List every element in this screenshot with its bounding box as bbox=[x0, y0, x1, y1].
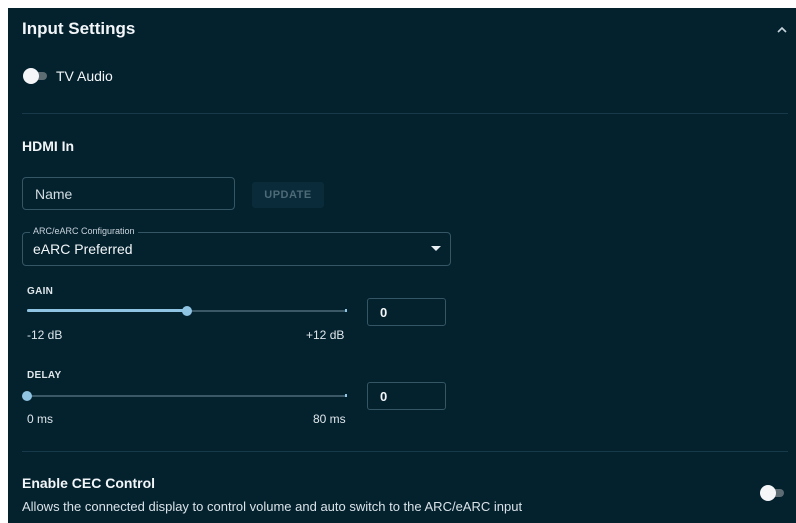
delay-max-label: 80 ms bbox=[313, 412, 346, 426]
arc-config-legend: ARC/eARC Configuration bbox=[30, 226, 138, 236]
caret-down-icon bbox=[431, 246, 441, 251]
slider-fill bbox=[27, 309, 187, 312]
slider-end-tick bbox=[345, 309, 347, 312]
cec-toggle[interactable] bbox=[760, 485, 784, 501]
toggle-knob bbox=[760, 485, 776, 501]
arc-config-value: eARC Preferred bbox=[33, 241, 133, 257]
hdmi-in-heading: HDMI In bbox=[22, 138, 75, 154]
delay-min-label: 0 ms bbox=[27, 412, 54, 426]
slider-rail bbox=[27, 395, 347, 397]
delay-value-input[interactable] bbox=[380, 383, 440, 409]
tv-audio-label: TV Audio bbox=[56, 68, 113, 84]
cec-description: Allows the connected display to control … bbox=[22, 499, 523, 514]
slider-thumb[interactable] bbox=[182, 306, 192, 316]
delay-value-field[interactable] bbox=[367, 382, 446, 410]
update-button[interactable]: UPDATE bbox=[252, 182, 324, 208]
delay-label: DELAY bbox=[27, 370, 62, 381]
name-input[interactable] bbox=[35, 178, 225, 209]
gain-value-field[interactable] bbox=[367, 298, 446, 326]
gain-value-input[interactable] bbox=[380, 299, 440, 325]
tv-audio-toggle[interactable] bbox=[23, 68, 47, 84]
arc-config-select[interactable]: ARC/eARC Configuration eARC Preferred bbox=[22, 226, 451, 266]
gain-label: GAIN bbox=[27, 286, 54, 297]
slider-end-tick bbox=[345, 394, 347, 397]
panel-title: Input Settings bbox=[22, 19, 136, 38]
toggle-knob bbox=[23, 68, 39, 84]
gain-slider[interactable] bbox=[27, 304, 347, 318]
gain-max-label: +12 dB bbox=[306, 328, 345, 342]
divider bbox=[22, 113, 788, 114]
gain-min-label: -12 dB bbox=[27, 328, 63, 342]
divider bbox=[22, 451, 788, 452]
delay-slider[interactable] bbox=[22, 389, 347, 403]
cec-title: Enable CEC Control bbox=[22, 475, 156, 491]
slider-thumb[interactable] bbox=[22, 391, 32, 401]
name-field[interactable] bbox=[22, 177, 235, 210]
input-settings-panel: Input Settings TV Audio HDMI In UPDATE A… bbox=[8, 8, 796, 523]
chevron-up-icon[interactable] bbox=[774, 21, 790, 37]
chevron-up-icon-glyph bbox=[777, 26, 787, 33]
